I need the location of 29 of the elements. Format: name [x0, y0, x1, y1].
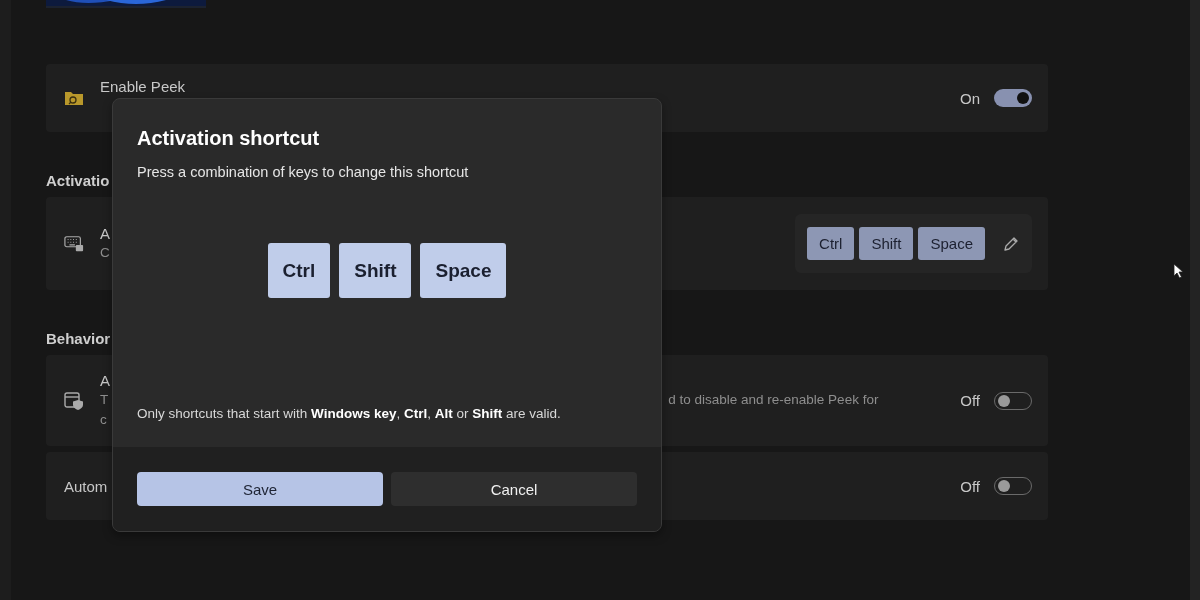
setting-description: c — [100, 411, 107, 429]
cursor-icon — [1173, 263, 1184, 279]
setting-description: T — [100, 391, 109, 409]
folder-icon — [64, 90, 84, 106]
key-badge: Ctrl — [267, 243, 331, 298]
key-badge: Space — [918, 227, 985, 260]
cancel-button[interactable]: Cancel — [391, 472, 637, 506]
setting-description: d to disable and re-enable Peek for — [668, 391, 879, 409]
setting-title: Enable Peek — [100, 76, 186, 96]
setting-title: A — [100, 224, 110, 243]
setting-title: Autom — [64, 476, 108, 496]
toggle-state-label: On — [960, 89, 980, 107]
toggle-switch[interactable] — [994, 89, 1032, 107]
toggle-state-label: Off — [960, 392, 980, 409]
setting-description: C — [100, 244, 110, 262]
setting-title: A — [100, 371, 110, 390]
key-badge: Space — [420, 243, 507, 298]
key-badge: Shift — [859, 227, 914, 260]
dialog-note: Only shortcuts that start with Windows key, Ctrl, Alt or Shift are valid. — [137, 406, 562, 421]
window-shield-icon — [64, 390, 84, 411]
dialog-title: Activation shortcut — [137, 127, 321, 150]
toggle-state-label: Off — [960, 477, 980, 495]
key-badge: Shift — [339, 243, 412, 298]
dialog-subtitle: Press a combination of keys to change this shortcut — [137, 164, 470, 180]
section-header: Behavior — [46, 330, 111, 347]
section-header: Activatio — [46, 172, 110, 189]
save-button[interactable]: Save — [137, 472, 383, 506]
key-badge: Ctrl — [807, 227, 855, 260]
keyboard-icon — [64, 234, 84, 253]
